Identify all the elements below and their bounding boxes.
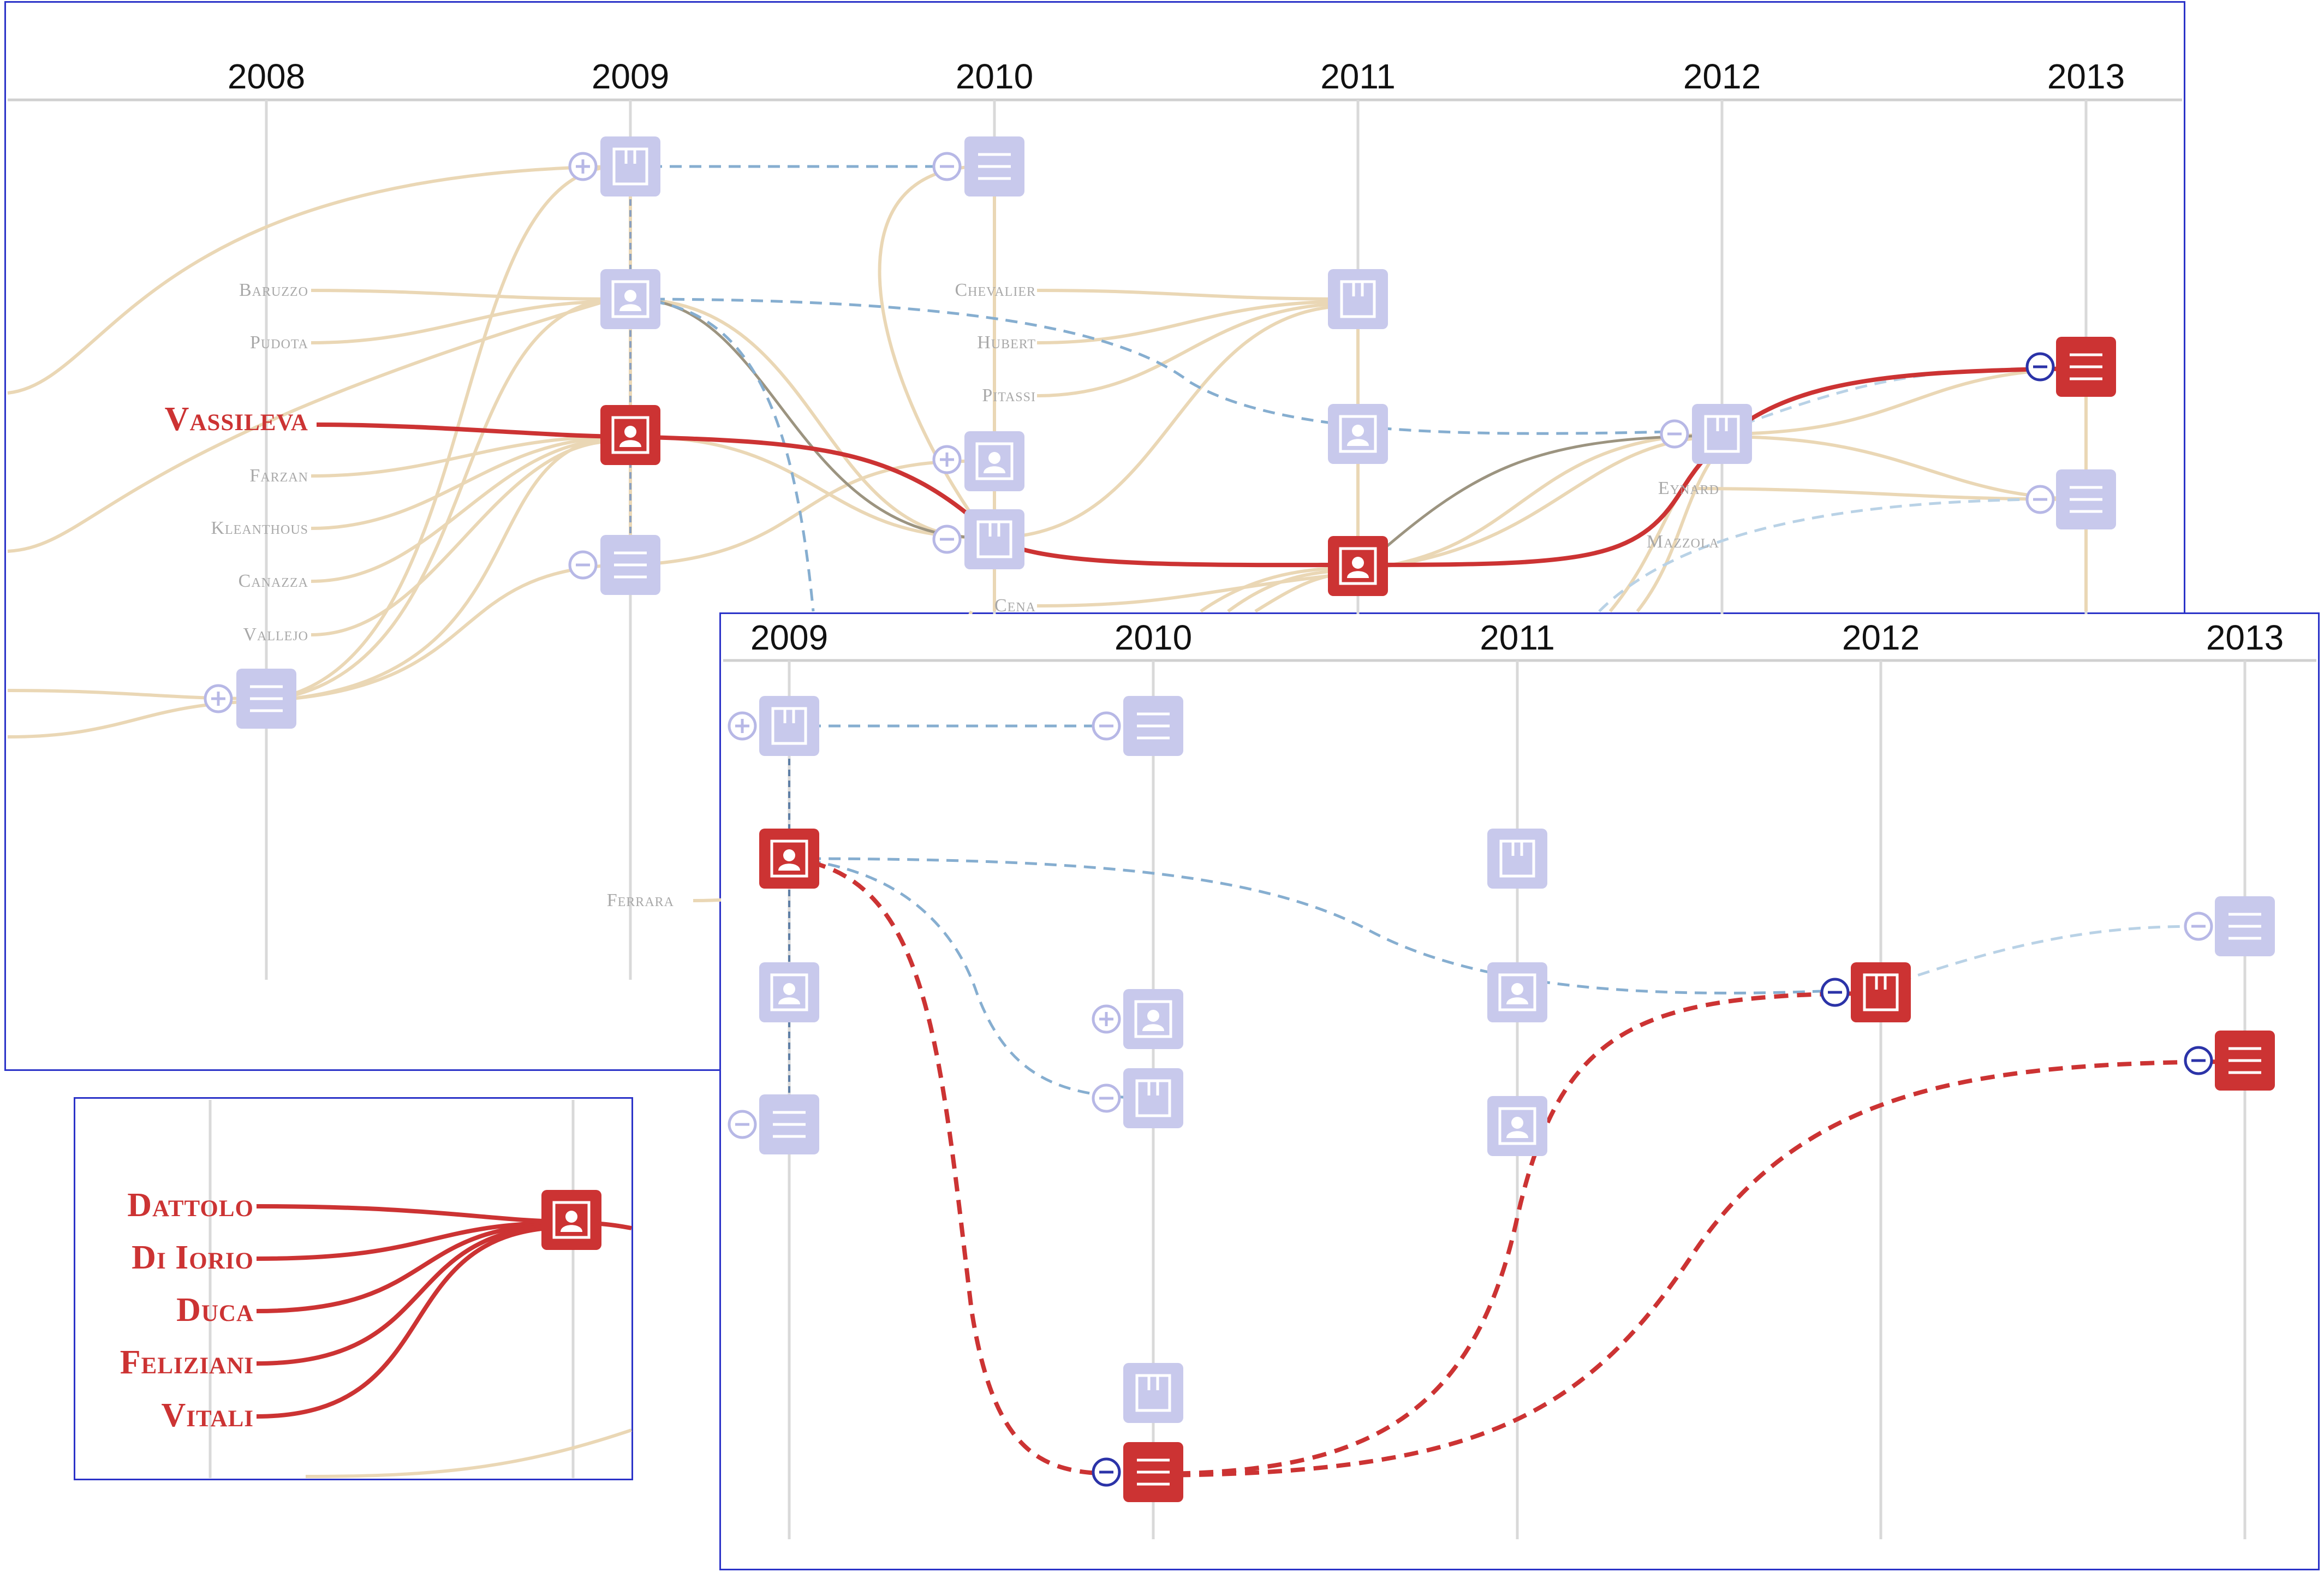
node-list[interactable] bbox=[2215, 896, 2275, 956]
author-label-highlighted[interactable]: Feliziani bbox=[120, 1344, 254, 1381]
year-label: 2010 bbox=[1115, 618, 1192, 657]
node-book-highlighted[interactable] bbox=[1851, 962, 1911, 1022]
collapse-toggle[interactable] bbox=[2184, 912, 2213, 941]
node-book[interactable] bbox=[759, 696, 819, 756]
author-label-highlighted[interactable]: Di Iorio bbox=[132, 1239, 254, 1276]
zoom-timeline-svg: 2009 2010 2011 2012 2013 bbox=[721, 614, 2318, 1569]
collapse-toggle[interactable] bbox=[1092, 711, 1121, 741]
collapse-toggle[interactable] bbox=[728, 1110, 757, 1139]
author-label-highlighted[interactable]: Dattolo bbox=[127, 1187, 254, 1224]
node-person[interactable] bbox=[759, 962, 819, 1022]
node-book[interactable] bbox=[1123, 1068, 1183, 1128]
collapse-toggle-active[interactable] bbox=[2184, 1046, 2213, 1075]
year-label: 2012 bbox=[1842, 618, 1920, 657]
node-person[interactable] bbox=[1487, 962, 1547, 1022]
author-label-highlighted[interactable]: Vitali bbox=[162, 1397, 254, 1434]
node-person[interactable] bbox=[1487, 1096, 1547, 1156]
node-book[interactable] bbox=[1487, 829, 1547, 889]
node-person-highlighted[interactable] bbox=[759, 829, 819, 889]
node-list[interactable] bbox=[759, 1094, 819, 1154]
expand-toggle[interactable] bbox=[1092, 1004, 1121, 1034]
collapse-toggle[interactable] bbox=[1092, 1083, 1121, 1113]
author-label-highlighted[interactable]: Duca bbox=[176, 1291, 254, 1329]
year-label: 2011 bbox=[1480, 618, 1555, 657]
node-person[interactable] bbox=[1123, 989, 1183, 1049]
node-list-highlighted[interactable] bbox=[1123, 1442, 1183, 1502]
collapse-toggle-active[interactable] bbox=[1820, 978, 1850, 1007]
node-person-highlighted[interactable] bbox=[541, 1190, 601, 1250]
node-list[interactable] bbox=[1123, 696, 1183, 756]
inset-author-labels: Dattolo Di Iorio Duca Feliziani Vitali bbox=[120, 1187, 254, 1434]
year-label: 2009 bbox=[750, 618, 828, 657]
expand-toggle[interactable] bbox=[728, 711, 757, 741]
node-list-highlighted[interactable] bbox=[2215, 1031, 2275, 1091]
year-label: 2013 bbox=[2206, 618, 2284, 657]
node-book[interactable] bbox=[1123, 1363, 1183, 1423]
collapse-toggle-active[interactable] bbox=[1092, 1457, 1121, 1487]
